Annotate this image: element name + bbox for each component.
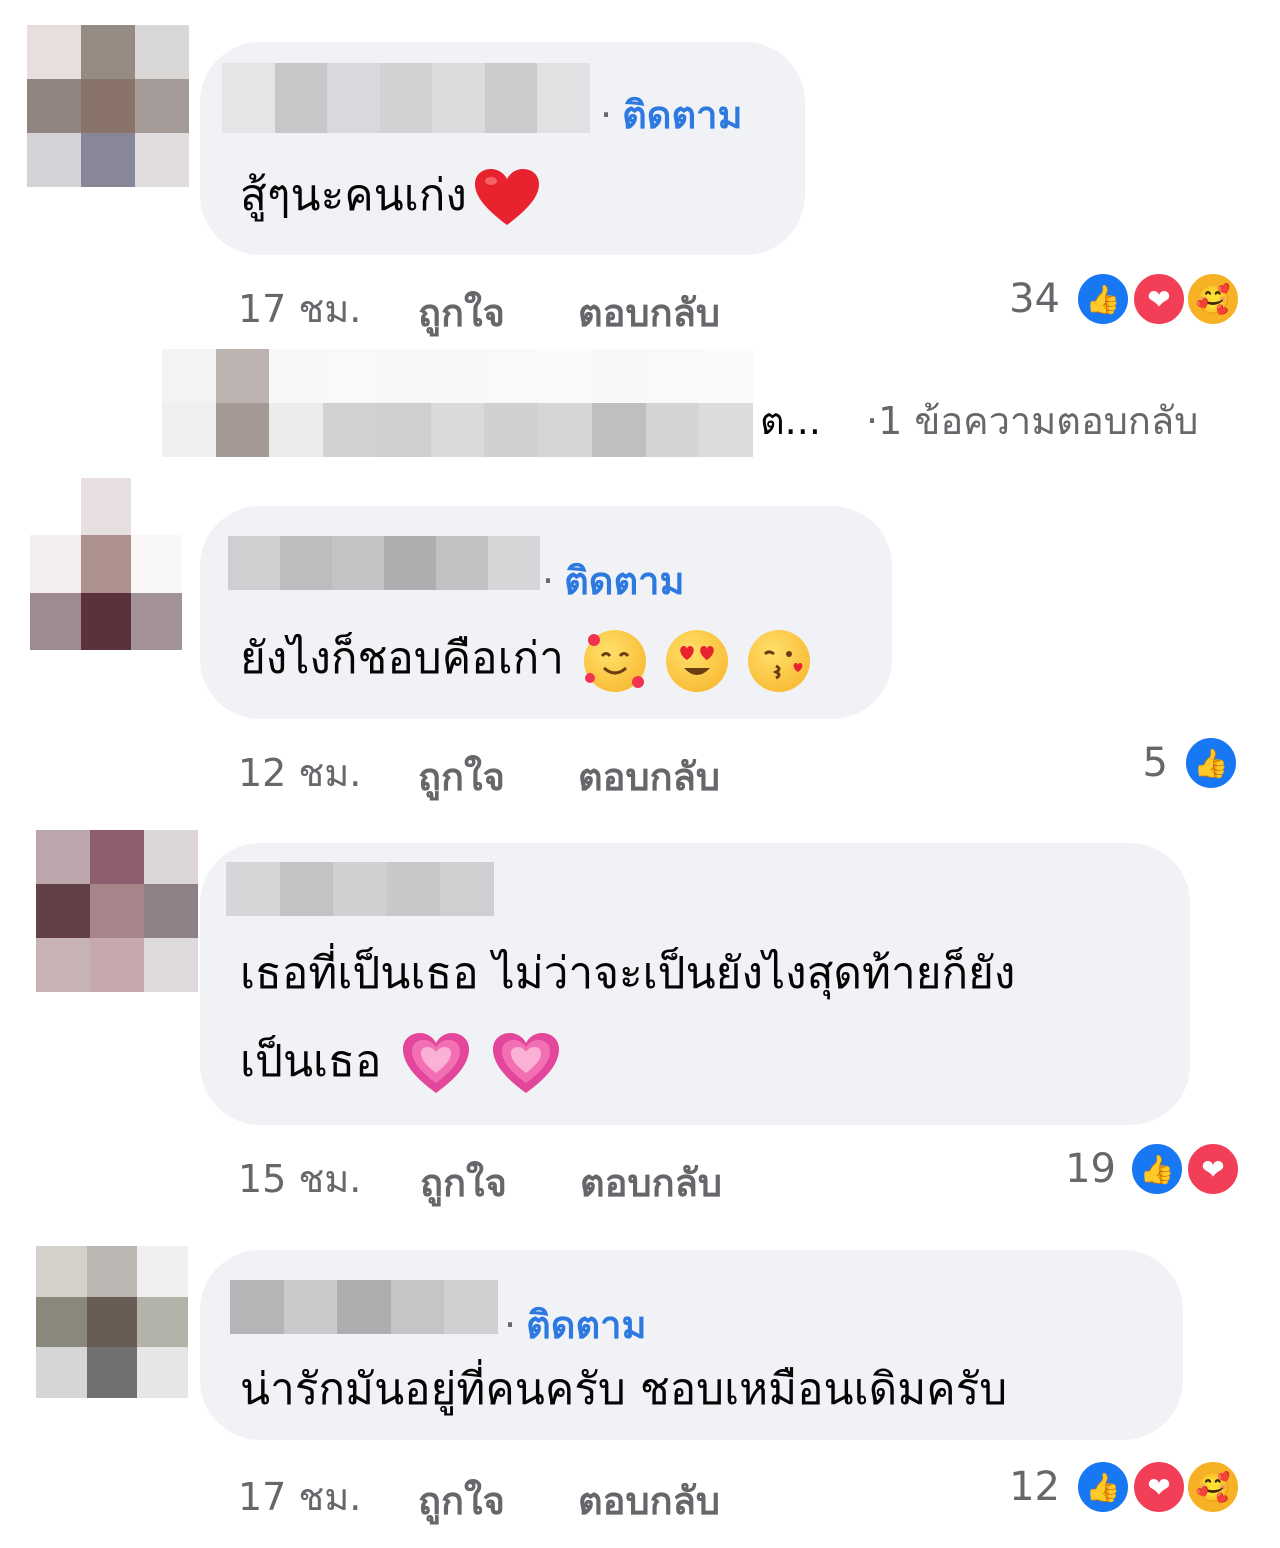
avatar[interactable] [30, 478, 182, 650]
avatar[interactable] [36, 1246, 188, 1398]
reaction-count[interactable]: 19 [1040, 1146, 1116, 1192]
reply-preview-text[interactable]: ต... [760, 390, 821, 451]
comment-text-line: เป็นเธอ [240, 1018, 1015, 1106]
reply-button[interactable]: ตอบกลับ [580, 1152, 722, 1213]
reply-preview-blurred[interactable] [162, 349, 753, 457]
comment-timestamp[interactable]: 17 ชม. [238, 278, 361, 339]
reply-button[interactable]: ตอบกลับ [578, 1470, 720, 1531]
reply-button[interactable]: ตอบกลับ [578, 746, 720, 807]
commenter-name-blurred[interactable] [228, 536, 540, 590]
follow-link[interactable]: · ติดตาม [600, 84, 743, 145]
commenter-name-blurred[interactable] [230, 1280, 498, 1334]
comment-timestamp[interactable]: 12 ชม. [238, 742, 361, 803]
follow-link[interactable]: · ติดตาม [542, 550, 685, 611]
commenter-name-blurred[interactable] [222, 63, 591, 133]
reaction-count[interactable]: 12 [984, 1464, 1060, 1510]
care-reaction-icon: 🥰 [1184, 1458, 1242, 1516]
reply-button[interactable]: ตอบกลับ [578, 282, 720, 343]
like-reaction-icon: 👍 [1074, 1458, 1132, 1516]
avatar[interactable] [27, 25, 189, 187]
comment-text: เธอที่เป็นเธอ ไม่ว่าจะเป็นยังไงสุดท้ายก็… [240, 930, 1015, 1106]
comment-timestamp[interactable]: 15 ชม. [238, 1148, 361, 1209]
care-reaction-icon: 🥰 [1184, 270, 1242, 328]
reaction-count[interactable]: 5 [1090, 740, 1168, 786]
view-replies-link[interactable]: ·1 ข้อความตอบกลับ [866, 390, 1198, 451]
like-button[interactable]: ถูกใจ [418, 1470, 505, 1531]
avatar[interactable] [36, 830, 198, 992]
reaction-count[interactable]: 34 [980, 276, 1060, 322]
like-button[interactable]: ถูกใจ [418, 746, 505, 807]
smiling-face-with-hearts-icon [583, 630, 646, 692]
like-reaction-icon: 👍 [1074, 270, 1132, 328]
like-button[interactable]: ถูกใจ [418, 282, 505, 343]
growing-heart-icon [491, 1031, 561, 1097]
comment-text: ยังไงก็ชอบคือเก่า [240, 615, 810, 703]
commenter-name-blurred[interactable] [226, 862, 494, 916]
love-reaction-icon: ❤ [1184, 1140, 1242, 1198]
heart-eyes-icon [665, 630, 728, 692]
comment-text-line: เธอที่เป็นเธอ ไม่ว่าจะเป็นยังไงสุดท้ายก็… [240, 948, 1016, 999]
comment-text: น่ารักมันอยู่ที่คนครับ ชอบเหมือนเดิมครับ [240, 1364, 1008, 1415]
love-reaction-icon: ❤ [1130, 270, 1188, 328]
like-reaction-icon: 👍 [1182, 734, 1240, 792]
red-heart-icon [473, 167, 541, 229]
like-reaction-icon: 👍 [1128, 1140, 1186, 1198]
growing-heart-icon [401, 1031, 471, 1097]
comment-text: สู้ๆนะคนเก่ง [240, 152, 541, 240]
comment-timestamp[interactable]: 17 ชม. [238, 1466, 361, 1527]
like-button[interactable]: ถูกใจ [420, 1152, 507, 1213]
kissing-face-icon [747, 630, 810, 692]
love-reaction-icon: ❤ [1130, 1458, 1188, 1516]
